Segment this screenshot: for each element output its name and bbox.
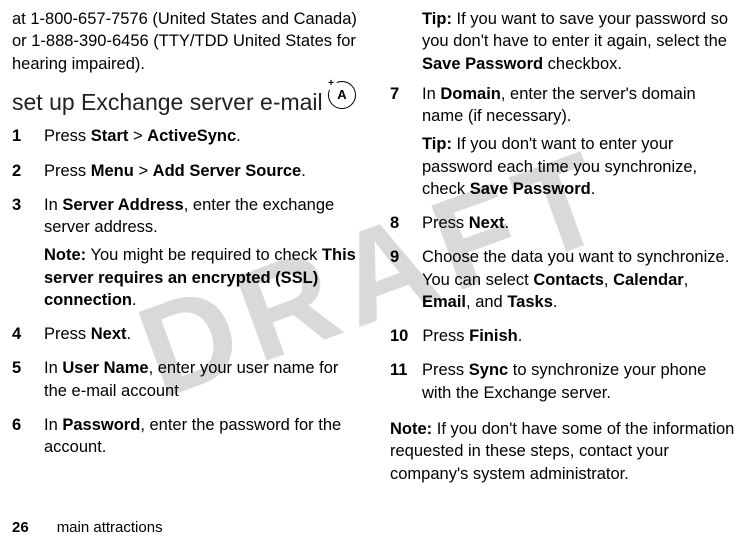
step-num: 11 [390,359,408,410]
step-num: 6 [12,414,30,465]
page-number: 26 [12,519,29,536]
step-6: 6 In Password, enter the password for th… [12,414,362,465]
steps-left: 1 Press Start > ActiveSync. 2 Press Menu… [12,125,362,464]
bottom-note: Note: If you don't have some of the info… [390,418,740,485]
tip-save-password: Tip: If you want to save your password s… [422,8,740,75]
section-heading: set up Exchange server e-mail [12,89,323,115]
step-4: 4 Press Next. [12,323,362,351]
step-11: 11 Press Sync to synchronize your phone … [390,359,740,410]
step-num: 7 [390,83,408,206]
step-num: 1 [12,125,30,153]
icon-letter: A [337,86,346,104]
step-10: 10 Press Finish. [390,325,740,353]
step-num: 4 [12,323,30,351]
page-footer: 26 main attractions [12,519,163,536]
step-body: Press Start > ActiveSync. [44,125,362,153]
left-column: at 1-800-657-7576 (United States and Can… [12,8,362,485]
step-num: 10 [390,325,408,353]
step-num: 5 [12,357,30,408]
steps-right: 7 In Domain, enter the server's domain n… [390,83,740,410]
step-5: 5 In User Name, enter your user name for… [12,357,362,408]
intro-text: at 1-800-657-7576 (United States and Can… [12,8,362,75]
right-column: Tip: If you want to save your password s… [390,8,740,485]
section-name: main attractions [57,519,163,536]
step-num: 3 [12,194,30,317]
step-num: 9 [390,246,408,319]
step-7: 7 In Domain, enter the server's domain n… [390,83,740,206]
step-2: 2 Press Menu > Add Server Source. [12,160,362,188]
heading-row: set up Exchange server e-mail + A [12,75,362,125]
accessory-icon: + A [328,81,356,109]
step-num: 2 [12,160,30,188]
step-8: 8 Press Next. [390,212,740,240]
step-1: 1 Press Start > ActiveSync. [12,125,362,153]
plus-icon: + [325,78,337,90]
step-num: 8 [390,212,408,240]
step-3: 3 In Server Address, enter the exchange … [12,194,362,317]
page-content: at 1-800-657-7576 (United States and Can… [0,0,752,485]
step-9: 9 Choose the data you want to synchroniz… [390,246,740,319]
